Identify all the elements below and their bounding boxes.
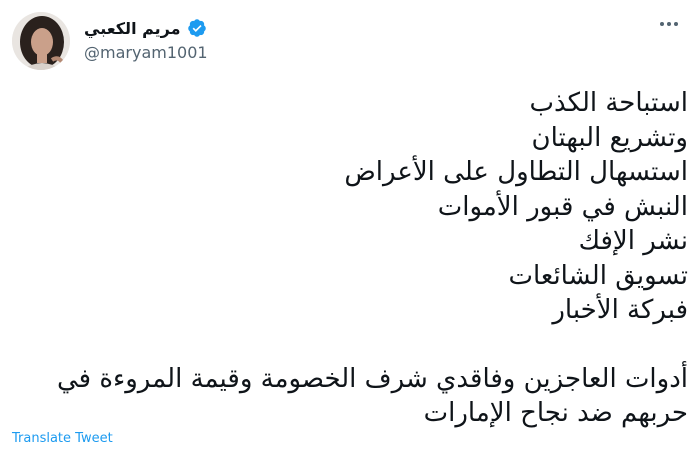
avatar[interactable] [12,12,70,70]
tweet-text: استباحة الكذب وتشريع البهتان استسهال الت… [12,86,688,431]
more-horizontal-icon[interactable] [658,18,680,30]
translate-tweet-link[interactable]: Translate Tweet [12,431,113,446]
author-handle[interactable]: @maryam1001 [84,43,208,62]
tweet-line: أدوات العاجزين وفاقدي شرف الخصومة وقيمة … [57,363,688,394]
tweet-line: استباحة الكذب [529,88,688,118]
tweet-line: نشر الإفك [578,226,688,256]
tweet-header: مريم الكعبي @maryam1001 [12,12,688,72]
tweet-line: تسويق الشائعات [508,260,689,291]
verified-badge-icon [187,19,206,37]
tweet-line: حربهم ضد نجاح الإمارات [423,398,688,428]
author-name[interactable]: مريم الكعبي [84,19,181,38]
avatar-image [12,12,70,70]
tweet: مريم الكعبي @maryam1001 استباحة الكذب وت… [0,0,700,452]
tweet-line: استسهال التطاول على الأعراض [344,157,688,187]
tweet-line: وتشريع البهتان [531,122,688,153]
tweet-line: النبش في قبور الأموات [437,191,688,222]
tweet-line: فبركة الأخبار [552,295,688,325]
user-info: مريم الكعبي @maryam1001 [84,17,208,63]
